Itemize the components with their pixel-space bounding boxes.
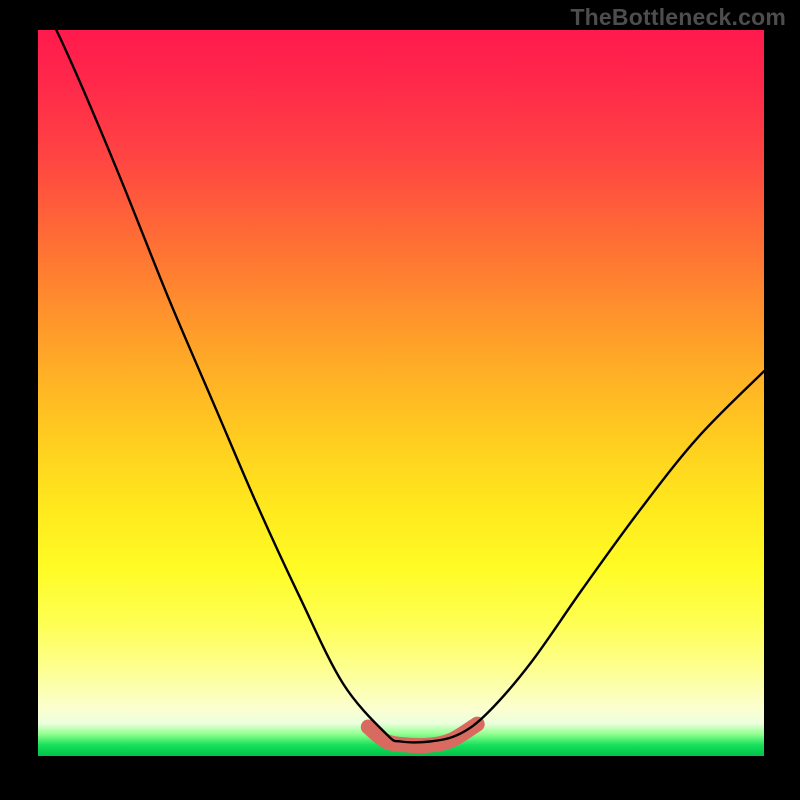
plot-area <box>38 30 764 756</box>
curve-layer <box>38 30 764 756</box>
watermark-text: TheBottleneck.com <box>570 4 786 31</box>
bottleneck-curve-path <box>38 30 764 742</box>
chart-frame: TheBottleneck.com <box>0 0 800 800</box>
